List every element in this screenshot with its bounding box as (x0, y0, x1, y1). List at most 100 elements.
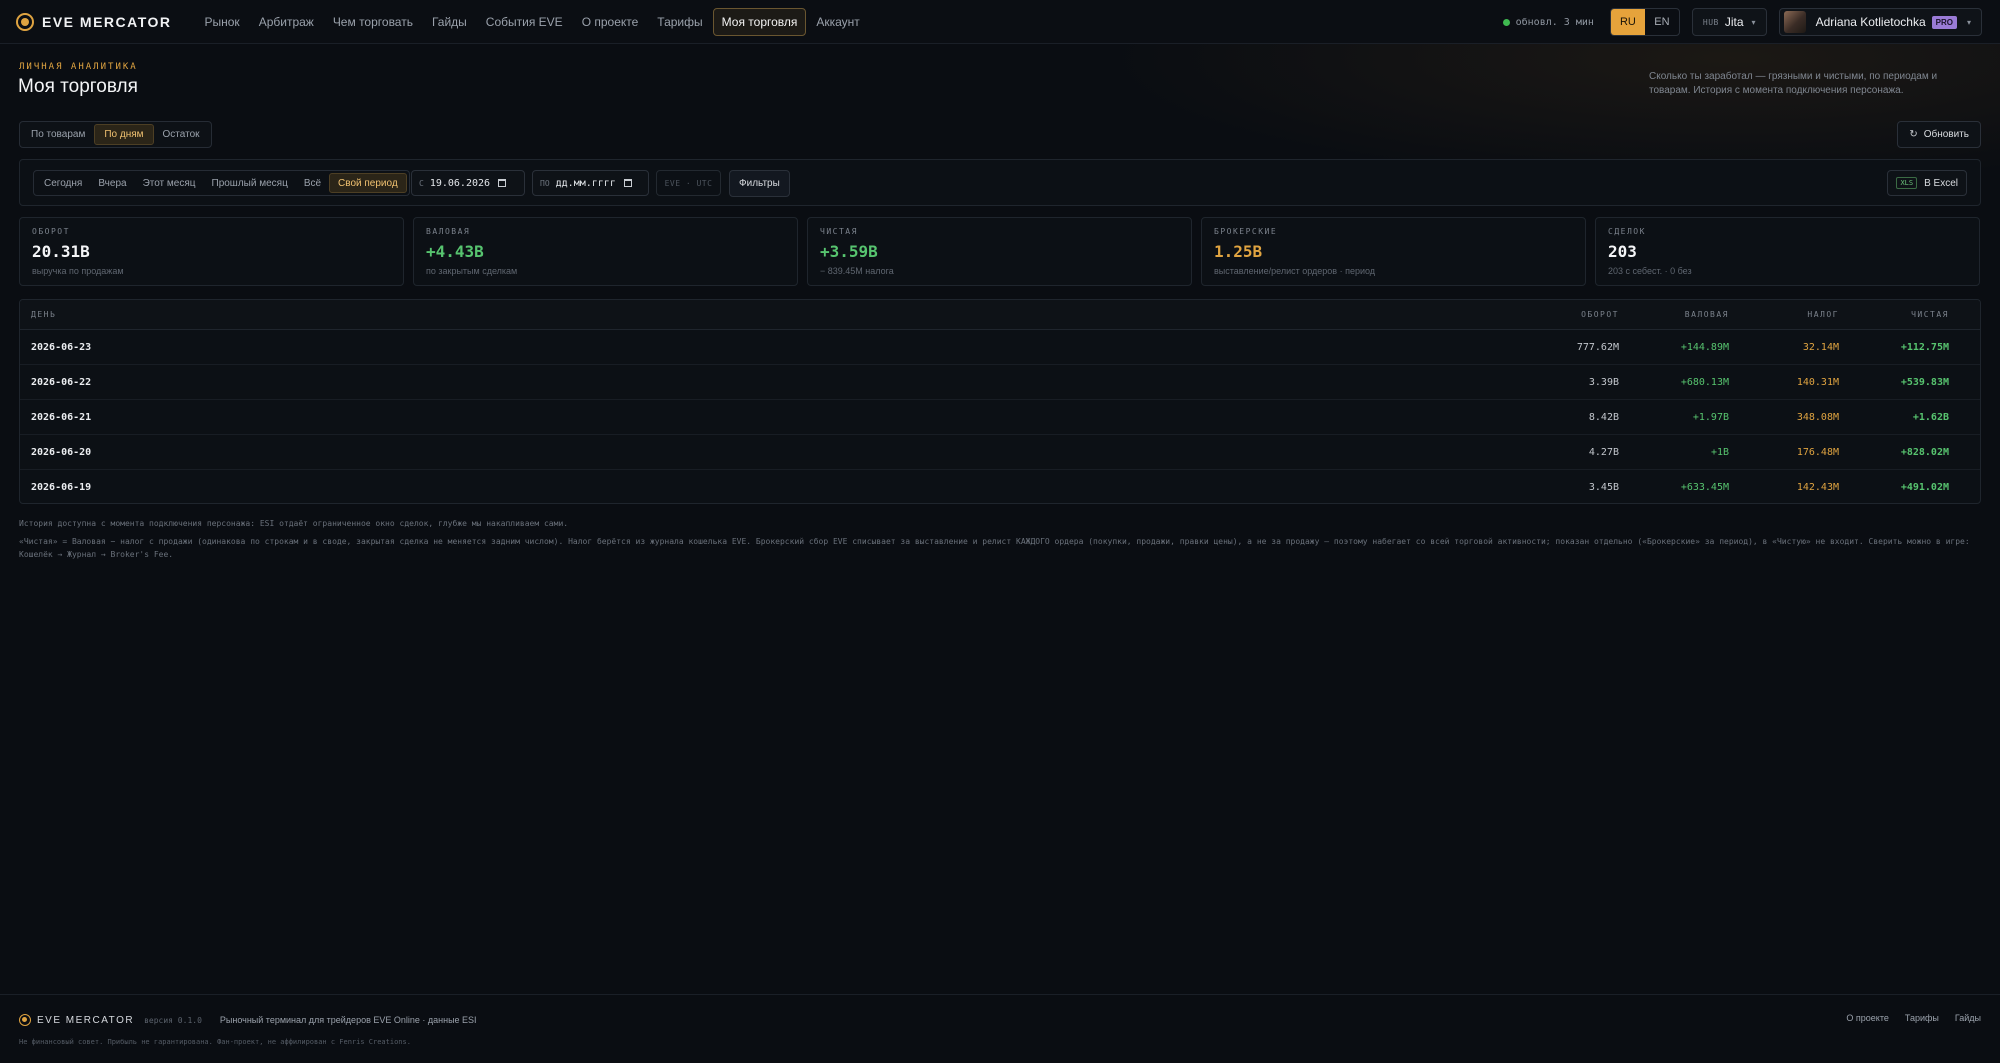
nav-item-account[interactable]: Аккаунт (807, 8, 868, 36)
period-yesterday[interactable]: Вчера (90, 173, 134, 193)
chevron-down-icon: ▾ (1751, 17, 1756, 27)
language-switch: RU EN (1609, 8, 1680, 36)
nav-item-arbitrage[interactable]: Арбитраж (250, 8, 323, 36)
daily-table: ДЕНЬ ОБОРОТ ВАЛОВАЯ НАЛОГ ЧИСТАЯ 2026-06… (19, 299, 1981, 504)
cell-day: 2026-06-22 (31, 376, 92, 388)
footer-link-about[interactable]: О проекте (1846, 1013, 1888, 1023)
footer-link-guides[interactable]: Гайды (1955, 1013, 1981, 1023)
tab-by-days[interactable]: По дням (94, 124, 154, 145)
footer-links: О проекте Тарифы Гайды (1830, 1013, 1981, 1023)
cell-tax: 348.08M (1796, 411, 1839, 423)
update-status: обновл. 3 мин (1502, 17, 1594, 28)
date-to-prefix: ПО (540, 178, 550, 188)
timezone-field: EVE · UTC (656, 170, 721, 196)
date-from-value: 19.06.2026 (429, 177, 491, 189)
main-nav: Рынок Арбитраж Чем торговать Гайды Событ… (196, 7, 870, 36)
stat-value: 20.31B (32, 242, 90, 261)
filters-button[interactable]: Фильтры (729, 170, 790, 197)
stat-subtext: выручка по продажам (32, 266, 124, 276)
filter-bar: Сегодня Вчера Этот месяц Прошлый месяц В… (19, 159, 1981, 206)
stat-card-turnover: ОБОРОТ 20.31B выручка по продажам (19, 217, 404, 286)
status-dot-icon (1502, 18, 1510, 26)
date-from-field[interactable]: С 19.06.2026 (411, 170, 525, 196)
cell-tax: 32.14M (1802, 341, 1839, 353)
stat-value: 1.25B (1214, 242, 1263, 261)
table-row[interactable]: 2026-06-19 3.45B +633.45M 142.43M +491.02M (20, 470, 1980, 503)
user-menu[interactable]: Adriana Kotlietochka PRO ▾ (1778, 8, 1982, 36)
cell-tax: 140.31M (1796, 376, 1839, 388)
cell-turnover: 8.42B (1588, 411, 1619, 423)
hub-label: HUB (1702, 17, 1719, 27)
cell-gross: +1B (1710, 446, 1729, 458)
col-header-net[interactable]: ЧИСТАЯ (1850, 310, 1960, 319)
table-row[interactable]: 2026-06-22 3.39B +680.13M 140.31M +539.83M (20, 365, 1980, 400)
stat-cards: ОБОРОТ 20.31B выручка по продажам ВАЛОВА… (19, 217, 1981, 286)
period-this-month[interactable]: Этот месяц (135, 173, 204, 193)
chevron-down-icon: ▾ (1966, 17, 1971, 27)
col-header-day[interactable]: ДЕНЬ (20, 310, 1520, 319)
nav-item-guides[interactable]: Гайды (423, 8, 476, 36)
period-custom[interactable]: Свой период (329, 173, 407, 193)
col-header-gross[interactable]: ВАЛОВАЯ (1630, 310, 1740, 319)
calendar-icon (623, 179, 632, 187)
stat-value: +3.59B (820, 242, 878, 261)
cell-day: 2026-06-21 (31, 411, 92, 423)
cell-turnover: 4.27B (1588, 446, 1619, 458)
stat-card-deals: СДЕЛОК 203 203 с себест. · 0 без (1595, 217, 1980, 286)
period-today[interactable]: Сегодня (36, 173, 90, 193)
app-name: EVE MERCATOR (42, 13, 172, 30)
period-last-month[interactable]: Прошлый месяц (204, 173, 296, 193)
stat-value: 203 (1608, 242, 1637, 261)
lang-ru-button[interactable]: RU (1610, 9, 1645, 35)
tab-by-items[interactable]: По товарам (22, 124, 94, 145)
cell-turnover: 3.39B (1588, 376, 1619, 388)
tab-balance[interactable]: Остаток (154, 124, 209, 145)
top-right-controls: обновл. 3 мин RU EN HUB Jita ▾ Adriana K… (1502, 0, 1982, 44)
footer-logo: EVE MERCATOR версия 0.1.0 Рыночный терми… (19, 1014, 477, 1026)
page-description: Сколько ты заработал — грязными и чистым… (1649, 71, 1938, 96)
cell-tax: 142.43M (1796, 482, 1839, 493)
cell-gross: +680.13M (1680, 376, 1729, 388)
nav-item-eve-events[interactable]: События EVE (477, 8, 572, 36)
cell-net: +828.02M (1900, 446, 1949, 458)
nav-item-market[interactable]: Рынок (196, 8, 249, 36)
top-navigation-bar: EVE MERCATOR Рынок Арбитраж Чем торговат… (0, 0, 2000, 44)
stat-card-gross: ВАЛОВАЯ +4.43B по закрытым сделкам (413, 217, 798, 286)
col-header-turnover[interactable]: ОБОРОТ (1520, 310, 1630, 319)
cell-day: 2026-06-19 (31, 482, 92, 493)
col-header-tax[interactable]: НАЛОГ (1740, 310, 1850, 319)
period-all[interactable]: Всё (296, 173, 329, 193)
table-header: ДЕНЬ ОБОРОТ ВАЛОВАЯ НАЛОГ ЧИСТАЯ (20, 300, 1980, 330)
table-row[interactable]: 2026-06-20 4.27B +1B 176.48M +828.02M (20, 435, 1980, 470)
table-row[interactable]: 2026-06-23 777.62M +144.89M 32.14M +112.75M (20, 330, 1980, 365)
export-excel-label: В Excel (1924, 177, 1958, 189)
date-from-prefix: С (419, 178, 424, 188)
footer-tagline: Рыночный терминал для трейдеров EVE Onli… (219, 1015, 477, 1025)
export-excel-button[interactable]: XLS В Excel (1887, 170, 1967, 196)
stat-subtext: по закрытым сделкам (426, 266, 518, 276)
stat-subtext: выставление/релист ордеров · период (1214, 266, 1376, 276)
date-to-value: дд.мм.гггг (555, 177, 616, 189)
footer-link-pricing[interactable]: Тарифы (1905, 1013, 1939, 1023)
nav-item-what-to-trade[interactable]: Чем торговать (324, 8, 422, 36)
table-row[interactable]: 2026-06-21 8.42B +1.97B 348.08M +1.62B (20, 400, 1980, 435)
lang-en-button[interactable]: EN (1645, 9, 1679, 35)
hub-selector[interactable]: HUB Jita ▾ (1691, 8, 1767, 36)
user-name: Adriana Kotlietochka (1815, 15, 1926, 29)
nav-item-about[interactable]: О проекте (573, 8, 648, 36)
stat-card-broker-fees: БРОКЕРСКИЕ 1.25B выставление/релист орде… (1201, 217, 1586, 286)
cell-gross: +1.97B (1692, 411, 1729, 423)
avatar (1783, 11, 1806, 33)
cell-day: 2026-06-23 (31, 341, 92, 353)
cell-net: +491.02M (1900, 482, 1949, 493)
nav-item-pricing[interactable]: Тарифы (648, 8, 711, 36)
app-logo[interactable]: EVE MERCATOR (16, 12, 172, 31)
nav-item-my-trading[interactable]: Моя торговля (712, 7, 807, 36)
stat-label: СДЕЛОК (1608, 227, 1646, 236)
cell-gross: +144.89M (1680, 341, 1729, 353)
cell-turnover: 3.45B (1588, 482, 1619, 493)
refresh-button[interactable]: ↻ Обновить (1897, 121, 1981, 148)
calendar-icon (498, 179, 507, 187)
footer: EVE MERCATOR версия 0.1.0 Рыночный терми… (0, 994, 2000, 1063)
date-to-field[interactable]: ПО дд.мм.гггг (532, 170, 649, 196)
